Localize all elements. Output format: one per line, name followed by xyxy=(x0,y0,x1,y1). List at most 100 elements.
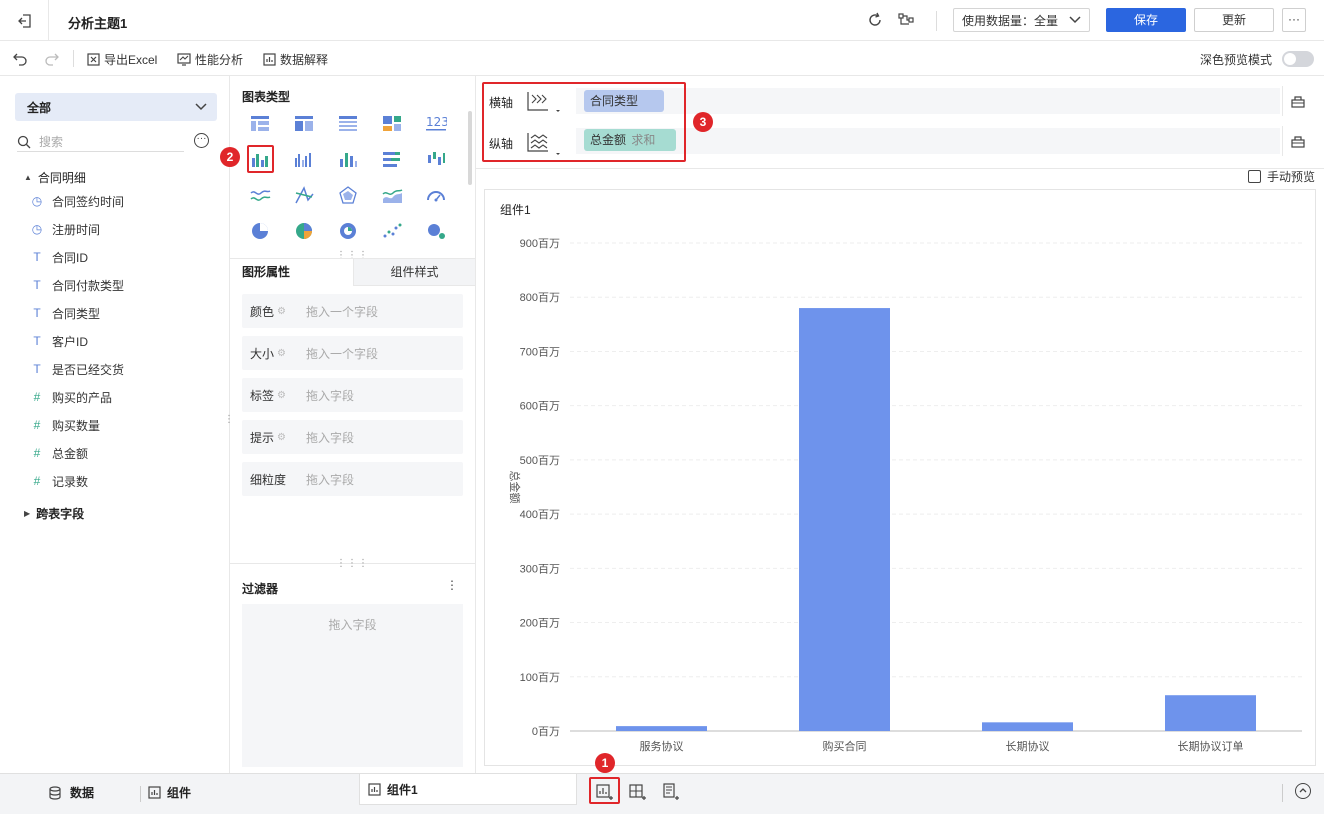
export-excel-button[interactable]: 导出Excel xyxy=(87,51,157,68)
y-tick-label: 600百万 xyxy=(520,401,560,413)
x-axis-lock-icon[interactable] xyxy=(1282,86,1312,116)
text-type-icon: T xyxy=(33,306,41,320)
table-node[interactable]: ▲ 合同明细 xyxy=(24,169,86,186)
field-item[interactable]: T 是否已经交货 xyxy=(30,361,124,377)
ring-chart-icon[interactable] xyxy=(337,221,359,241)
field-item[interactable]: # 购买数量 xyxy=(30,417,100,433)
chart-types-title: 图表类型 xyxy=(242,90,291,104)
settings-icon[interactable]: ⚙ xyxy=(277,432,286,443)
treemap-icon[interactable] xyxy=(381,113,403,133)
graph-attr-row[interactable]: 标签 ⚙ 拖入字段 xyxy=(242,378,463,412)
add-report-button[interactable] xyxy=(660,782,680,802)
field-item[interactable]: # 记录数 xyxy=(30,473,88,489)
graph-attr-row[interactable]: 提示 ⚙ 拖入字段 xyxy=(242,420,463,454)
table-icon[interactable] xyxy=(249,113,271,133)
tab-graph-attr-label: 图形属性 xyxy=(242,265,291,279)
splitter-handle[interactable]: ⋮⋮⋮ xyxy=(336,558,369,569)
y-axis-lock-icon[interactable] xyxy=(1282,126,1312,156)
scope-select-value: 全部 xyxy=(27,100,52,115)
field-label: 合同类型 xyxy=(52,306,101,321)
parallel-line-icon[interactable] xyxy=(293,185,315,205)
number-type-icon: # xyxy=(33,390,41,404)
active-widget-tab[interactable]: 组件1 xyxy=(359,774,577,805)
graph-attr-label: 大小 xyxy=(250,346,275,361)
graph-attr-row[interactable]: 细粒度 拖入字段 xyxy=(242,462,463,496)
detail-table-icon[interactable] xyxy=(337,113,359,133)
field-item[interactable]: T 合同付款类型 xyxy=(30,277,124,293)
collapse-up-icon[interactable] xyxy=(1295,783,1311,799)
radar-chart-icon[interactable] xyxy=(337,185,359,205)
scope-select[interactable]: 全部 xyxy=(15,93,217,121)
bar-chart-icon[interactable] xyxy=(293,149,315,169)
search-field[interactable]: 搜索 xyxy=(17,132,184,152)
filter-drop-zone[interactable]: 拖入字段 xyxy=(242,604,463,767)
pivot-table-icon[interactable] xyxy=(293,113,315,133)
y-tick-label: 800百万 xyxy=(520,292,560,304)
graph-attr-label-wrap: 标签 ⚙ xyxy=(242,387,306,404)
field-item[interactable]: ◷ 注册时间 xyxy=(30,221,100,237)
column-chart-icon[interactable] xyxy=(337,149,359,169)
field-item[interactable]: T 客户ID xyxy=(30,333,88,349)
multi-pie-icon[interactable] xyxy=(293,221,315,241)
kpi-number-icon[interactable]: 123 xyxy=(425,113,449,133)
data-explain-button[interactable]: 数据解释 xyxy=(263,51,328,68)
search-icon xyxy=(17,135,31,148)
area-chart-icon[interactable] xyxy=(381,185,403,205)
y-tick-label: 0百万 xyxy=(532,726,560,738)
table-name: 合同明细 xyxy=(37,171,86,185)
line-chart-icon[interactable] xyxy=(249,185,271,205)
field-item[interactable]: # 总金额 xyxy=(30,445,88,461)
field-item[interactable]: ◷ 合同签约时间 xyxy=(30,193,124,209)
update-button[interactable]: 更新 xyxy=(1194,8,1274,32)
field-label: 客户ID xyxy=(52,334,89,349)
performance-icon xyxy=(177,53,191,66)
settings-icon[interactable]: ⚙ xyxy=(277,348,286,359)
add-dashboard-button[interactable] xyxy=(627,782,647,802)
chart-types-scrollbar[interactable] xyxy=(468,111,472,185)
tab-graph-attr[interactable]: 图形属性 xyxy=(230,258,353,286)
field-item[interactable]: T 合同类型 xyxy=(30,305,100,321)
cross-table-node[interactable]: ▶ 跨表字段 xyxy=(24,505,84,522)
dark-mode-toggle[interactable] xyxy=(1282,51,1314,67)
settings-icon[interactable]: ⚙ xyxy=(277,390,286,401)
gauge-icon[interactable] xyxy=(425,185,447,205)
exit-icon[interactable] xyxy=(16,12,34,30)
undo-icon[interactable] xyxy=(12,50,28,66)
export-excel-label: 导出Excel xyxy=(104,53,158,67)
manual-preview-checkbox[interactable]: 手动预览 xyxy=(1248,168,1315,185)
performance-analysis-button[interactable]: 性能分析 xyxy=(177,51,243,68)
field-item[interactable]: T 合同ID xyxy=(30,249,88,265)
y-tick-label: 300百万 xyxy=(520,563,560,575)
stacked-bar-icon[interactable] xyxy=(381,149,403,169)
data-scope-select[interactable]: 使用数据量：全量 xyxy=(953,8,1090,32)
more-button[interactable]: ··· xyxy=(1282,8,1306,32)
search-options-icon[interactable]: ··· xyxy=(194,133,209,148)
filter-more-icon[interactable]: ⋮ xyxy=(446,578,458,592)
pie-chart-icon[interactable] xyxy=(249,221,271,241)
data-tab[interactable]: 数据 xyxy=(48,784,94,801)
chart-widget[interactable]: 组件1 0百万 100百万 200百万 300百万 400百万 500百万 600百万 700… xyxy=(484,189,1316,766)
redo-icon[interactable] xyxy=(44,50,60,66)
cross-table-label: 跨表字段 xyxy=(36,507,85,521)
x-tick-label: 长期协议订单 xyxy=(1178,739,1244,753)
widget-tab[interactable]: 组件 xyxy=(148,784,191,801)
bubble-chart-icon[interactable] xyxy=(425,221,447,241)
field-item[interactable]: # 购买的产品 xyxy=(30,389,112,405)
database-icon xyxy=(49,785,61,800)
save-button[interactable]: 保存 xyxy=(1106,8,1186,32)
lineage-icon[interactable] xyxy=(897,11,915,29)
graph-attr-placeholder: 拖入字段 xyxy=(306,430,355,445)
text-type-icon: T xyxy=(33,334,41,348)
graph-attr-row[interactable]: 大小 ⚙ 拖入一个字段 xyxy=(242,336,463,370)
data-explain-label: 数据解释 xyxy=(280,53,329,67)
graph-attr-label-wrap: 细粒度 xyxy=(242,471,306,488)
tab-widget-style[interactable]: 组件样式 xyxy=(353,258,476,286)
refresh-icon[interactable] xyxy=(866,11,884,29)
range-bar-icon[interactable] xyxy=(425,149,447,169)
caret-right-icon: ▶ xyxy=(24,509,31,518)
graph-attr-row[interactable]: 颜色 ⚙ 拖入一个字段 xyxy=(242,294,463,328)
widget-icon xyxy=(368,782,381,796)
x-tick-label: 长期协议 xyxy=(1006,739,1050,753)
scatter-chart-icon[interactable] xyxy=(381,221,403,241)
settings-icon[interactable]: ⚙ xyxy=(277,306,286,317)
